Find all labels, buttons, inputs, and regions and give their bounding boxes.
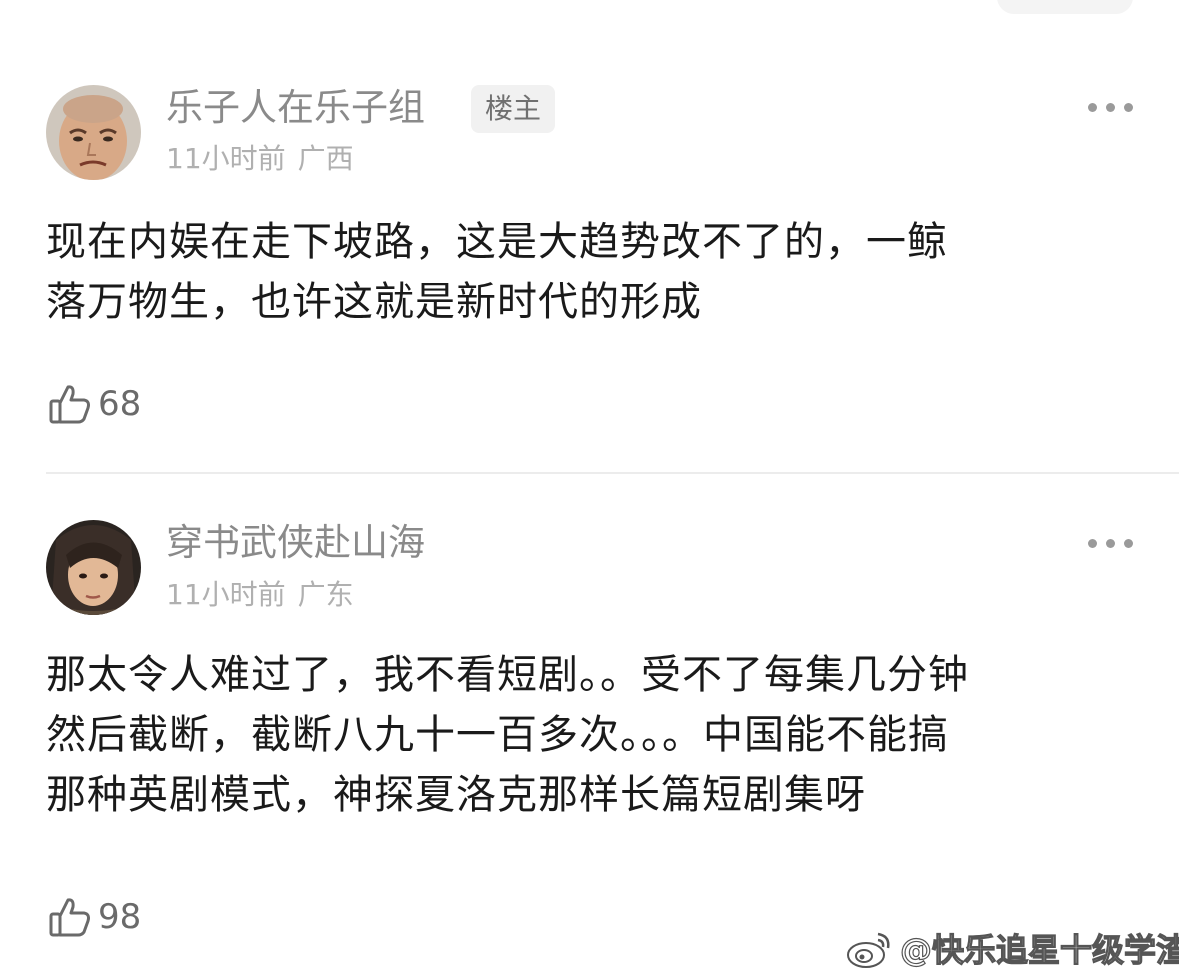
watermark-text: @快乐追星十级学渣 (899, 930, 1179, 969)
comment-time: 11小时前 (166, 142, 286, 175)
like-count: 98 (98, 897, 142, 937)
comment-location: 广西 (297, 142, 354, 175)
thumbs-up-icon (49, 385, 90, 424)
comment-content: 那太令人难过了，我不看短剧。。受不了每集几分钟 然后截断，截断八九十一百多次。。… (46, 645, 1146, 825)
avatar[interactable] (46, 85, 141, 180)
comment-time: 11小时前 (166, 578, 286, 611)
comment-meta: 11小时前 广西 (166, 142, 354, 176)
top-action-pill[interactable] (997, 0, 1133, 14)
more-options-icon[interactable] (1088, 100, 1134, 114)
comment-location: 广东 (297, 578, 354, 611)
weibo-logo-icon (847, 932, 890, 968)
comment-text-line: 那种英剧模式，神探夏洛克那样长篇短剧集呀 (46, 772, 866, 818)
comment-meta: 11小时前 广东 (166, 578, 354, 612)
comment-text-line: 现在内娱在走下坡路，这是大趋势改不了的，一鲸 (46, 219, 948, 265)
username[interactable]: 乐子人在乐子组 (166, 86, 425, 130)
op-badge: 楼主 (471, 85, 555, 133)
divider (46, 472, 1179, 474)
more-options-icon[interactable] (1088, 536, 1134, 550)
comment-text-line: 然后截断，截断八九十一百多次。。。中国能不能搞 (46, 712, 949, 758)
like-count: 68 (98, 384, 142, 424)
comment-content: 现在内娱在走下坡路，这是大趋势改不了的，一鲸 落万物生，也许这就是新时代的形成 (46, 212, 1146, 332)
avatar[interactable] (46, 520, 141, 615)
comment-text-line: 那太令人难过了，我不看短剧。。受不了每集几分钟 (46, 652, 969, 698)
avatar-image (46, 520, 141, 615)
thumbs-up-icon (49, 898, 90, 937)
username[interactable]: 穿书武侠赴山海 (166, 521, 425, 565)
comment-text-line: 落万物生，也许这就是新时代的形成 (46, 279, 702, 325)
avatar-image (46, 85, 141, 180)
